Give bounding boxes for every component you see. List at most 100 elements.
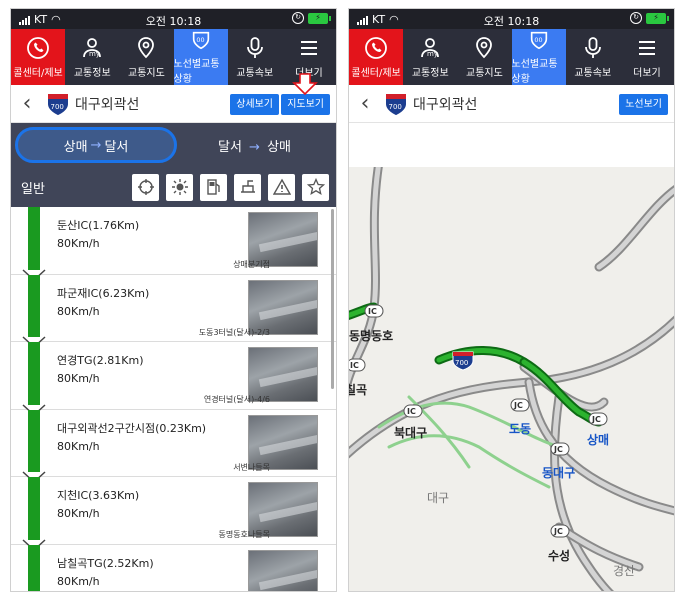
status-time: 오전 10:18 [145, 15, 202, 28]
nav-label: 교통지도 [128, 67, 165, 79]
route-shield-icon: 700 [48, 93, 68, 115]
cctv-thumbnail[interactable] [248, 549, 318, 591]
direction-to: 상매 [267, 139, 292, 155]
top-navigation: 콜센터/제보 my 교통정보 교통지도 00 노선별교통상황 교통속보 더보기 [349, 29, 674, 85]
direction-from: 상매 [63, 139, 88, 155]
nav-label: 교통정보 [73, 67, 111, 79]
map-label: 상매 [587, 433, 610, 447]
list-item[interactable]: 대구외곽선2구간시점(0.23Km) 80Km/h 서변나들목 [11, 409, 336, 483]
cctv-name: 대구외곽선2구간시점(0.23Km) [57, 421, 207, 435]
scrollbar[interactable] [331, 209, 334, 389]
nav-traffic-info[interactable]: my 교통정보 [65, 29, 119, 85]
nav-label: 교통지도 [466, 67, 503, 79]
cctv-name: 지천IC(3.63Km) [57, 489, 140, 502]
down-arrow-icon [292, 73, 318, 95]
svg-text:00: 00 [196, 36, 204, 44]
direction-selector: 상매 → 달서 달서 → 상매 [11, 123, 336, 167]
status-time: 오전 10:18 [483, 15, 540, 28]
highway-shield-icon: 00 [530, 31, 547, 50]
nav-route-traffic[interactable]: 00 노선별교통상황 [173, 29, 228, 85]
map-view-button[interactable]: 지도보기 [281, 94, 330, 115]
direction-from: 달서 [217, 139, 242, 155]
nav-label: 노선별교통상황 [511, 59, 558, 85]
arrow-right-icon: → [249, 139, 260, 155]
route-title: 대구외곽선 [75, 96, 140, 113]
cctv-speed: 80Km/h [57, 304, 100, 318]
route-view-button[interactable]: 노선보기 [619, 94, 668, 115]
cctv-camera-label: 상매분기점 [233, 260, 270, 269]
phone-icon [27, 36, 49, 59]
direction-tab-inactive[interactable]: 달서 → 상매 [177, 136, 332, 155]
list-item[interactable]: 둔산IC(1.76Km) 80Km/h 상매분기점 [11, 207, 336, 281]
route-shield-number: 700 [389, 103, 402, 111]
nav-call-center[interactable]: 콜센터/제보 [349, 29, 404, 85]
map-label: 북대구 [394, 426, 428, 440]
jc-badge: JC [513, 401, 523, 410]
map-pin-icon [138, 36, 155, 58]
direction-to: 달서 [104, 139, 129, 155]
filter-cctv-button[interactable] [132, 173, 159, 201]
detail-view-button[interactable]: 상세보기 [230, 94, 279, 115]
right-screen: KT ◠ 오전 10:18 ↻ ⚡ 콜센터/제보 my 교통정보 교통지도 00… [348, 8, 675, 592]
list-item[interactable]: 파군재IC(6.23Km) 80Km/h 도동3터널(달서)-2/3 [11, 274, 336, 348]
left-screen: KT ◠ 오전 10:18 ↻ ⚡ 콜센터/제보 my 교통정보 교통지도 00… [10, 8, 337, 592]
rotation-lock-icon: ↻ [292, 12, 304, 24]
filter-weather-button[interactable] [166, 173, 193, 201]
cctv-name: 파군재IC(6.23Km) [57, 286, 150, 300]
battery-icon: ⚡ [646, 12, 669, 24]
phone-icon [365, 36, 387, 59]
arrow-right-icon: → [90, 137, 102, 153]
cctv-speed: 80Km/h [57, 574, 100, 588]
my-person-icon: my [421, 37, 440, 58]
nav-more[interactable]: 더보기 [620, 29, 674, 85]
nav-label: 콜센터/제보 [13, 67, 63, 79]
list-item[interactable]: 남칠곡TG(2.52Km) 80Km/h [11, 544, 336, 591]
nav-label: 교통속보 [574, 67, 612, 79]
filter-rest-area-button[interactable] [234, 173, 261, 201]
cctv-speed: 80Km/h [57, 237, 100, 250]
ic-badge: IC [350, 361, 359, 370]
route-segment-green [28, 274, 40, 341]
map-label: 동명동호 [349, 329, 394, 343]
sun-icon [171, 179, 188, 195]
map-pin-icon [476, 36, 493, 58]
cctv-list: 둔산IC(1.76Km) 80Km/h 상매분기점 파군재IC(6.23Km) … [11, 207, 336, 591]
ic-badge: IC [407, 407, 416, 416]
jc-badge: JC [553, 527, 563, 536]
ic-badge: IC [368, 307, 377, 316]
list-item[interactable]: 지천IC(3.63Km) 80Km/h 동명동호나들목 [11, 477, 336, 551]
nav-traffic-map[interactable]: 교통지도 [457, 29, 511, 85]
route-title: 대구외곽선 [413, 96, 478, 113]
cctv-camera-label: 연경터널(달서)-4/6 [203, 395, 270, 404]
status-bar: KT ◠ 오전 10:18 ↻ ⚡ [11, 9, 336, 29]
cctv-speed: 80Km/h [57, 439, 100, 453]
back-icon[interactable]: ‹ [15, 91, 39, 116]
menu-icon [300, 40, 317, 55]
svg-text:my: my [427, 50, 438, 58]
back-icon[interactable]: ‹ [353, 91, 377, 116]
fuel-pump-icon [206, 179, 220, 195]
highway-shield-icon: 00 [192, 31, 209, 50]
filter-favorite-button[interactable] [302, 173, 329, 201]
svg-text:00: 00 [534, 36, 542, 44]
rotation-lock-icon: ↻ [630, 12, 642, 24]
nav-traffic-news[interactable]: 교통속보 [566, 29, 620, 85]
route-segment-green [28, 477, 40, 544]
nav-label: 더보기 [633, 67, 661, 79]
filter-fuel-button[interactable] [200, 173, 227, 201]
filter-incident-button[interactable] [268, 173, 295, 201]
list-item[interactable]: 연경TG(2.81Km) 80Km/h 연경터널(달서)-4/6 [11, 342, 336, 416]
microphone-icon [584, 36, 601, 58]
route-header: ‹ 700 대구외곽선 상세보기 지도보기 [11, 73, 336, 123]
nav-route-traffic[interactable]: 00 노선별교통상황 [511, 29, 566, 85]
cctv-name: 둔산IC(1.76Km) [57, 219, 140, 232]
traffic-map[interactable]: IC IC IC JC JC JC JC 700 동명동호 칠 [349, 157, 674, 591]
map-label: 대구 [427, 491, 450, 505]
nav-call-center[interactable]: 콜센터/제보 [11, 29, 66, 85]
nav-label: 교통속보 [236, 67, 274, 79]
microphone-icon [246, 36, 263, 58]
nav-traffic-map[interactable]: 교통지도 [119, 29, 173, 85]
direction-tab-active[interactable]: 상매 → 달서 [15, 127, 177, 163]
nav-traffic-info[interactable]: my 교통정보 [403, 29, 457, 85]
nav-traffic-news[interactable]: 교통속보 [228, 29, 282, 85]
